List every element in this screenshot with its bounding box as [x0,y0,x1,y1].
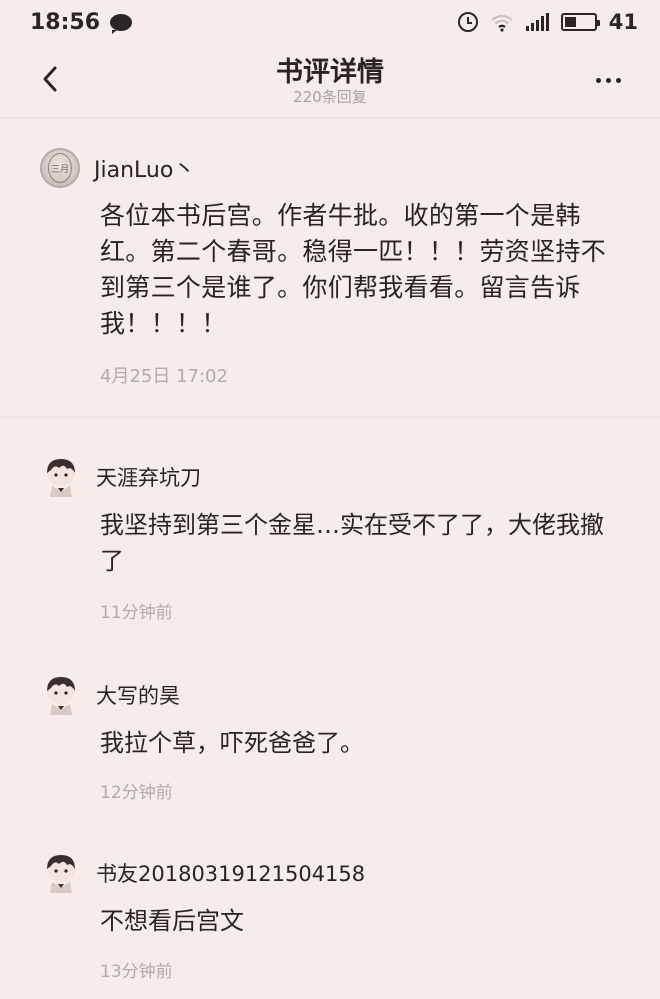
reply-author-row[interactable]: 天涯弃坑刀 [40,455,201,499]
status-bar: 18:56 41 [0,0,660,44]
reply-time: 13分钟前 [100,962,173,982]
status-time: 18:56 [30,9,101,35]
avatar[interactable] [40,455,82,499]
list-item: 天涯弃坑刀 我坚持到第三个金星…实在受不了了，大佬我撤了 11分钟前 [0,455,660,635]
wifi-icon [491,14,513,32]
reply-time: 11分钟前 [100,603,173,623]
reply-author-row[interactable]: 书友20180319121504158 [40,851,365,895]
more-icon-dot [615,77,621,83]
avatar[interactable]: 三月 [40,148,80,188]
signal-icon [525,13,549,31]
more-icon-dot [605,77,611,83]
status-right: 41 [457,10,638,34]
reply-author-name[interactable]: 大写的昊 [96,680,180,710]
battery-level: 41 [608,10,638,34]
main-comment-text: 各位本书后宫。作者牛批。收的第一个是韩红。第二个春哥。稳得一匹！！！劳资坚持不到… [100,201,607,338]
main-comment: 三月 JianLuo丶 各位本书后宫。作者牛批。收的第一个是韩红。第二个春哥。稳… [0,118,660,416]
divider [0,416,660,418]
nav-header: 书评详情 220条回复 [0,44,660,118]
battery-fill [564,17,577,27]
reply-count: 220条回复 [293,88,367,106]
reply-text: 我坚持到第三个金星…实在受不了了，大佬我撤了 [100,511,604,575]
chat-bubble-icon [110,13,133,34]
list-item: 大写的昊 我拉个草，吓死爸爸了。 12分钟前 [0,673,660,813]
reply-author-row[interactable]: 大写的昊 [40,673,180,717]
reply-text: 不想看后宫文 [100,907,244,935]
avatar[interactable] [40,673,82,717]
main-author-row[interactable]: 三月 JianLuo丶 [40,146,195,190]
main-comment-time: 4月25日 17:02 [100,366,228,387]
main-author-name[interactable]: JianLuo丶 [94,152,195,184]
list-item: 书友20180319121504158 不想看后宫文 13分钟前 [0,851,660,991]
reply-text: 我拉个草，吓死爸爸了。 [100,729,364,757]
status-left: 18:56 [30,9,133,35]
reply-time: 12分钟前 [100,783,173,803]
more-icon [595,77,601,83]
avatar[interactable] [40,851,82,895]
more-button[interactable] [588,72,628,88]
avatar-badge: 三月 [48,153,72,183]
battery-icon [560,13,600,31]
reply-author-name[interactable]: 天涯弃坑刀 [96,462,201,492]
alarm-icon [457,12,478,32]
page-title: 书评详情 [276,57,384,88]
reply-author-name[interactable]: 书友20180319121504158 [96,858,365,888]
